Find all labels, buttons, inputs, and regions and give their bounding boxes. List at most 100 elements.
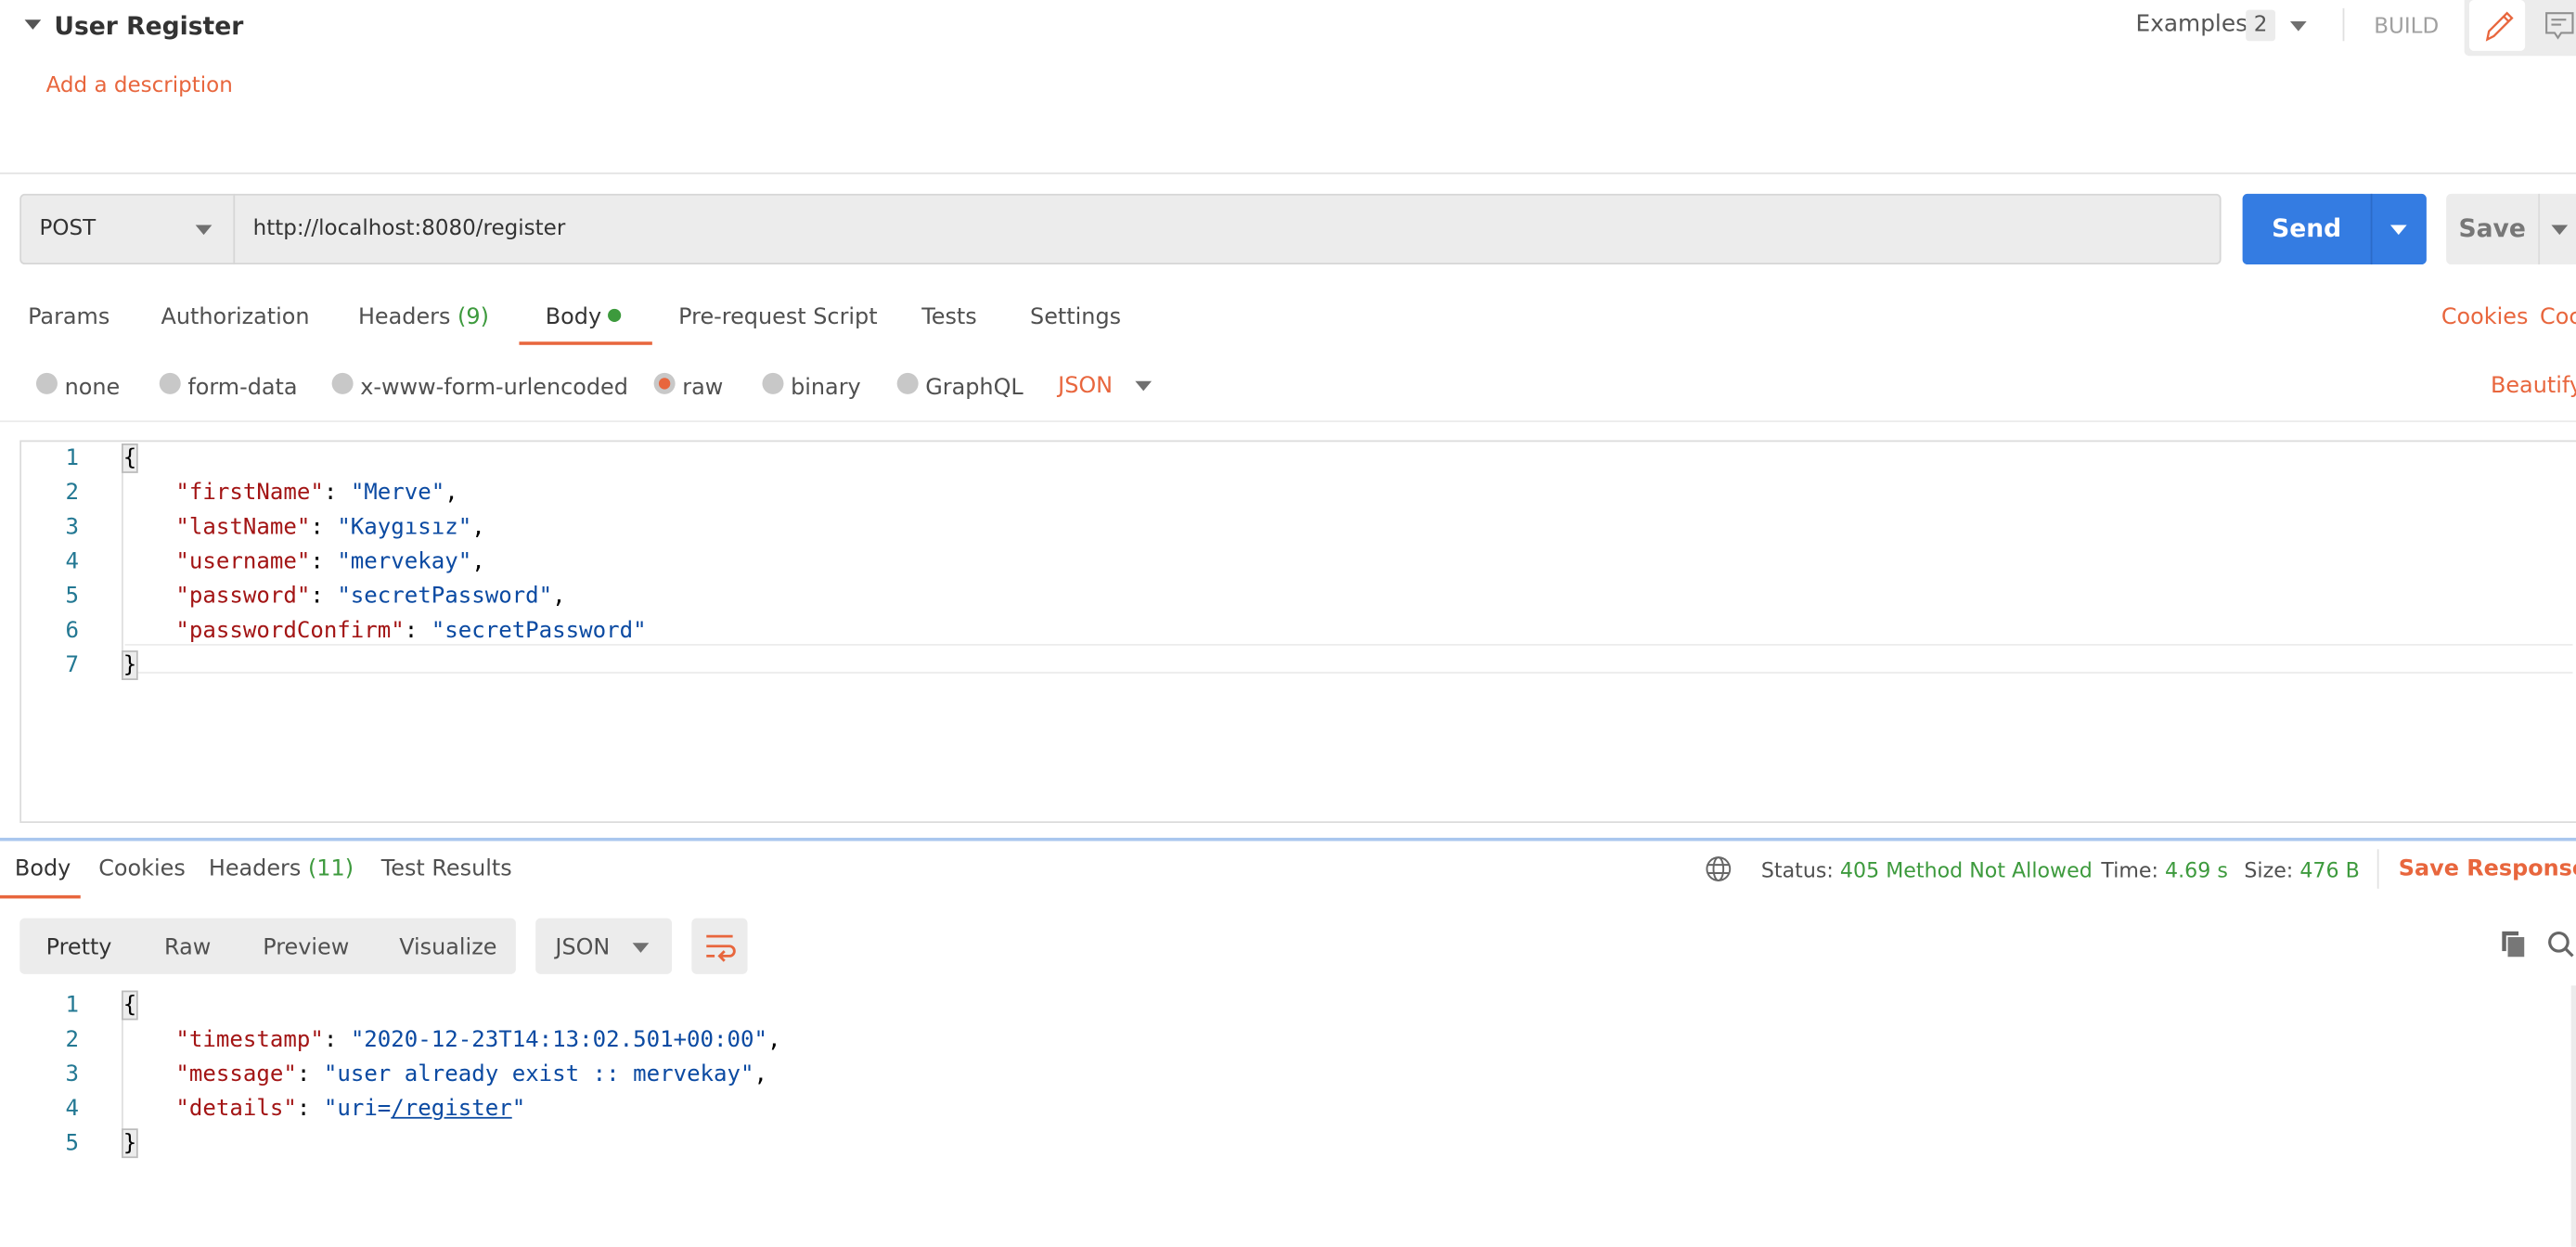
radio-label: raw xyxy=(682,374,724,401)
examples-button[interactable]: Examples xyxy=(2136,11,2248,37)
format-select[interactable]: JSON xyxy=(1058,373,1113,399)
pane-splitter[interactable] xyxy=(0,837,2576,842)
beautify-link[interactable]: Beautify xyxy=(2491,373,2576,399)
search-button[interactable] xyxy=(2546,930,2576,966)
view-label: Pretty xyxy=(45,934,112,961)
tab-body[interactable]: Body xyxy=(546,304,622,330)
json-value: "Kaygısız" xyxy=(337,514,472,541)
chevron-down-icon xyxy=(632,943,650,953)
json-value: "mervekay" xyxy=(337,548,472,575)
radio-graphql[interactable]: GraphQL xyxy=(896,372,1024,401)
copy-button[interactable] xyxy=(2499,930,2529,966)
edit-button[interactable] xyxy=(2468,0,2526,51)
radio-label: form-data xyxy=(187,374,298,401)
postman-request-view: User Register Add a description Examples… xyxy=(0,0,2576,1247)
radio-label: GraphQL xyxy=(925,374,1024,401)
uri-link[interactable]: /register xyxy=(391,1096,511,1122)
headers-count: (9) xyxy=(457,303,489,330)
save-button-group: Save xyxy=(2446,193,2576,265)
tab-headers[interactable]: Headers (9) xyxy=(358,304,489,330)
url-input[interactable]: http://localhost:8080/register xyxy=(253,217,566,242)
headers-count: (11) xyxy=(307,855,354,882)
divider xyxy=(0,420,2576,422)
request-title[interactable]: User Register xyxy=(54,11,243,41)
json-key: "lastName" xyxy=(175,514,311,541)
tab-settings[interactable]: Settings xyxy=(1030,304,1121,330)
radio-raw[interactable]: raw xyxy=(653,372,724,401)
active-tab-underline xyxy=(0,894,81,899)
tab-tests[interactable]: Tests xyxy=(921,304,977,330)
json-key: "password" xyxy=(175,583,311,610)
examples-dropdown-icon[interactable] xyxy=(2289,21,2307,32)
divider xyxy=(2376,849,2379,889)
tab-pre-request-script[interactable]: Pre-request Script xyxy=(678,304,877,330)
view-preview[interactable]: Preview xyxy=(263,934,349,960)
tab-authorization[interactable]: Authorization xyxy=(161,304,310,330)
wrap-lines-button[interactable] xyxy=(691,918,748,974)
radio-label: none xyxy=(64,374,121,401)
radio-form-data[interactable]: form-data xyxy=(159,372,298,401)
code-line: 4 "username": "mervekay", xyxy=(30,548,485,574)
time-value: 4.69 s xyxy=(2165,857,2228,882)
code-line: 2 "firstName": "Merve", xyxy=(30,480,458,506)
code-line: 4 "details": "uri=/register" xyxy=(30,1096,525,1122)
size-label: Size: xyxy=(2244,857,2294,882)
code-line: 5} xyxy=(30,1128,139,1159)
view-pretty[interactable]: Pretty xyxy=(22,921,135,971)
network-info-button[interactable] xyxy=(1706,855,1732,888)
radio-label: binary xyxy=(791,374,861,401)
json-key: "username" xyxy=(175,548,311,575)
save-response-button[interactable]: Save Response xyxy=(2399,855,2576,881)
build-mode-label[interactable]: BUILD xyxy=(2374,15,2439,40)
json-key: "message" xyxy=(175,1061,297,1088)
brace: } xyxy=(121,650,139,680)
response-tab-cookies[interactable]: Cookies xyxy=(98,855,186,881)
json-key: "firstName" xyxy=(175,479,324,507)
response-tab-headers[interactable]: Headers (11) xyxy=(209,855,354,881)
tab-params[interactable]: Params xyxy=(28,304,109,330)
json-value: "secretPassword" xyxy=(431,617,647,645)
save-options-icon[interactable] xyxy=(2551,225,2569,236)
line-number: 1 xyxy=(65,444,79,472)
code-line: 3 "message": "user already exist :: merve… xyxy=(30,1061,767,1087)
tab-label: Headers xyxy=(208,855,302,882)
collapse-caret-icon[interactable] xyxy=(24,19,42,30)
copy-icon xyxy=(2502,931,2527,959)
body-indicator-dot xyxy=(608,308,622,323)
code-link[interactable]: Coc xyxy=(2540,304,2576,330)
save-button[interactable]: Save xyxy=(2446,194,2538,264)
method-value: POST xyxy=(39,216,97,242)
cookies-link[interactable]: Cookies xyxy=(2441,304,2529,330)
format-dropdown-icon[interactable] xyxy=(1135,380,1153,392)
response-format-select[interactable]: JSON xyxy=(535,918,673,974)
view-raw[interactable]: Raw xyxy=(164,934,211,960)
radio-none[interactable]: none xyxy=(35,372,121,401)
scrollbar[interactable] xyxy=(2570,985,2576,1247)
radio-icon xyxy=(159,372,181,394)
line-number: 4 xyxy=(65,548,79,575)
json-value: "Merve" xyxy=(350,479,445,507)
response-tab-test-results[interactable]: Test Results xyxy=(381,855,512,881)
send-options-button[interactable] xyxy=(2372,194,2426,264)
examples-count-badge: 2 xyxy=(2246,9,2276,42)
format-value: JSON xyxy=(555,934,611,961)
punctuation: , xyxy=(552,583,566,610)
json-key: "timestamp" xyxy=(175,1026,324,1053)
code-line: 3 "lastName": "Kaygısız", xyxy=(30,514,485,540)
view-visualize[interactable]: Visualize xyxy=(399,934,496,960)
radio-icon xyxy=(331,372,354,394)
time-label: Time: xyxy=(2101,857,2158,882)
add-description-link[interactable]: Add a description xyxy=(46,74,233,99)
format-value: JSON xyxy=(1058,372,1114,400)
divider xyxy=(2342,7,2345,42)
radio-label: x-www-form-urlencoded xyxy=(360,374,628,401)
radio-binary[interactable]: binary xyxy=(762,372,861,401)
method-select[interactable]: POST xyxy=(19,193,236,265)
line-number: 2 xyxy=(65,1026,79,1053)
send-button[interactable]: Send xyxy=(2243,194,2371,264)
comments-button[interactable] xyxy=(2544,10,2576,49)
punctuation: , xyxy=(471,548,485,575)
status-value: 405 Method Not Allowed xyxy=(1839,857,2093,882)
radio-x-www-form-urlencoded[interactable]: x-www-form-urlencoded xyxy=(331,372,628,401)
response-tab-body[interactable]: Body xyxy=(15,855,71,881)
